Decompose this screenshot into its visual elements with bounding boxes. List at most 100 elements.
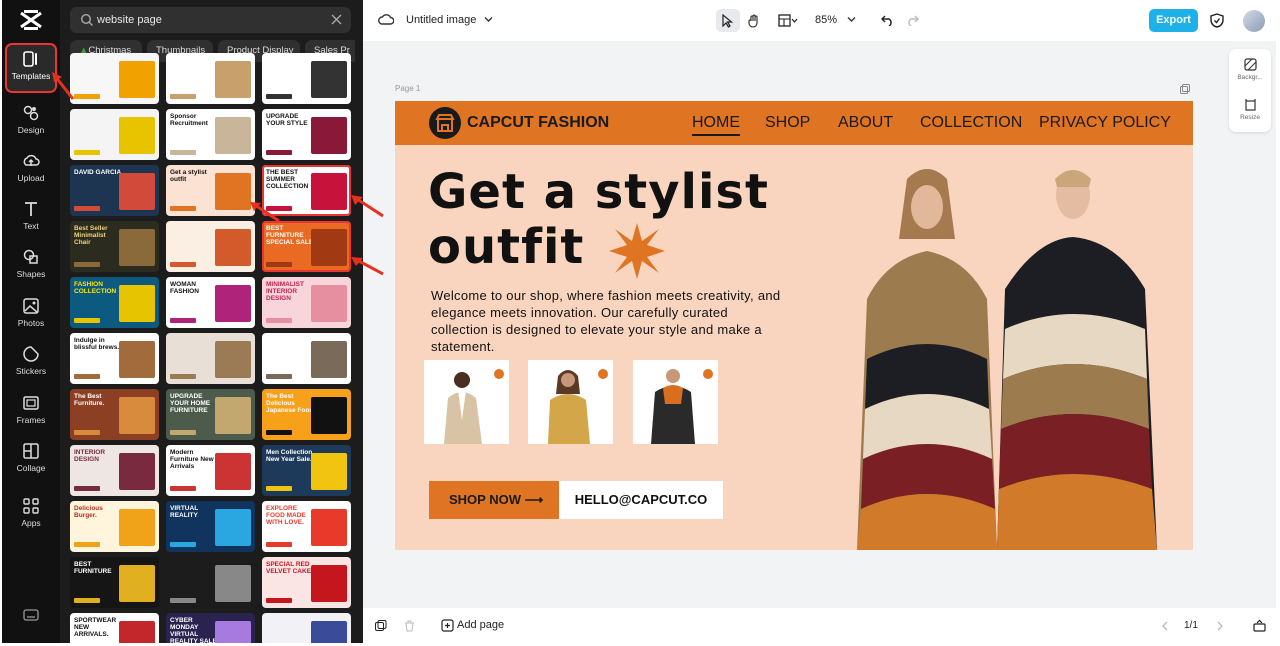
- duplicate-page-icon[interactable]: [1180, 84, 1190, 94]
- chevron-left-icon[interactable]: [1161, 621, 1169, 631]
- hand-tool-button[interactable]: [742, 9, 766, 32]
- search-bar[interactable]: website page: [70, 7, 351, 33]
- cloud-sync-icon[interactable]: [378, 12, 394, 26]
- sidebar-item-collage[interactable]: Collage: [6, 436, 56, 484]
- template-thumbnail[interactable]: UPGRADE YOUR STYLE: [262, 109, 351, 160]
- thumbnail-image: [311, 621, 347, 643]
- add-dot[interactable]: [703, 369, 713, 379]
- add-page-button[interactable]: Add page: [457, 619, 504, 631]
- template-thumbnail[interactable]: BEST FURNITURE SPECIAL SALE: [262, 221, 351, 272]
- thumbnail-title: Delicious Burger.: [74, 505, 103, 519]
- capcut-logo-icon[interactable]: [19, 9, 43, 31]
- resize-tool[interactable]: Resize: [1229, 98, 1271, 121]
- template-thumbnail[interactable]: BEST FURNITURE: [70, 557, 159, 608]
- template-thumbnail[interactable]: [166, 557, 255, 608]
- zoom-level[interactable]: 85%: [815, 14, 837, 26]
- sidebar-item-shapes[interactable]: Shapes: [6, 242, 56, 290]
- thumbnail-image: [119, 453, 155, 490]
- thumbnail-image: [215, 565, 251, 602]
- template-thumbnail[interactable]: [70, 53, 159, 104]
- layers-icon[interactable]: [375, 620, 387, 632]
- sidebar-item-text[interactable]: Text: [6, 194, 56, 242]
- template-thumbnail[interactable]: Delicious Burger.: [70, 501, 159, 552]
- thumbnail-title: Men Collection New Year Sale.: [266, 449, 313, 463]
- add-dot[interactable]: [494, 369, 504, 379]
- background-tool[interactable]: Backgr...: [1229, 58, 1271, 81]
- export-button[interactable]: Export: [1149, 9, 1198, 32]
- thumbnail-button: [170, 94, 196, 99]
- add-dot[interactable]: [598, 369, 608, 379]
- thumbnail-image: [311, 285, 347, 322]
- add-page-icon[interactable]: [441, 619, 454, 632]
- template-thumbnail[interactable]: [166, 53, 255, 104]
- chevron-down-icon[interactable]: [484, 16, 493, 23]
- site-navbar: CAPCUT FASHION HOME SHOP ABOUT COLLECTIO…: [395, 101, 1193, 145]
- layout-tool-button[interactable]: [773, 9, 803, 32]
- nav-about[interactable]: ABOUT: [838, 114, 893, 132]
- shield-icon[interactable]: [1210, 13, 1224, 28]
- email-box[interactable]: HELLO@CAPCUT.CO: [559, 481, 723, 519]
- template-thumbnail[interactable]: SPECIAL RED VELVET CAKE: [262, 557, 351, 608]
- template-thumbnail[interactable]: UPGRADE YOUR HOME FURNITURE: [166, 389, 255, 440]
- template-thumbnail[interactable]: VIRTUAL REALITY: [166, 501, 255, 552]
- template-thumbnail[interactable]: [262, 333, 351, 384]
- keyboard-icon[interactable]: [23, 608, 39, 622]
- sidebar-item-design[interactable]: Design: [6, 98, 56, 146]
- template-thumbnail[interactable]: CYBER MONDAY VIRTUAL REALITY SALE: [166, 613, 255, 643]
- document-title[interactable]: Untitled image: [406, 14, 476, 26]
- thumbnail-title: The Best Delicious Japanese Food: [266, 393, 314, 414]
- chevron-down-icon[interactable]: [847, 16, 856, 23]
- expand-pages-icon[interactable]: [1253, 619, 1266, 632]
- template-thumbnail[interactable]: Indulge in blissful brews.: [70, 333, 159, 384]
- annotation-arrow: [250, 202, 280, 223]
- template-thumbnail[interactable]: INTERIOR DESIGN: [70, 445, 159, 496]
- template-thumbnail[interactable]: Men Collection New Year Sale.: [262, 445, 351, 496]
- template-thumbnail[interactable]: Modern Furniture New Arrivals: [166, 445, 255, 496]
- redo-icon[interactable]: [906, 14, 919, 26]
- template-thumbnail[interactable]: [262, 53, 351, 104]
- template-thumbnail[interactable]: MINIMALIST INTERIOR DESIGN: [262, 277, 351, 328]
- thumbnail-image: [119, 341, 155, 378]
- thumbnail-button: [170, 150, 196, 155]
- sidebar-item-upload[interactable]: Upload: [6, 146, 56, 194]
- template-thumbnail[interactable]: The Best Furniture.: [70, 389, 159, 440]
- template-thumbnail[interactable]: Get a stylist outfit: [166, 165, 255, 216]
- undo-icon[interactable]: [881, 14, 894, 26]
- template-thumbnail[interactable]: Best Seller Minimalist Chair: [70, 221, 159, 272]
- nav-shop[interactable]: SHOP: [765, 114, 810, 132]
- product-card-1[interactable]: [424, 360, 509, 444]
- template-thumbnail[interactable]: Sponsor Recruitment: [166, 109, 255, 160]
- template-thumbnail[interactable]: WOMAN FASHION: [166, 277, 255, 328]
- nav-home[interactable]: HOME: [692, 114, 740, 136]
- sidebar-item-stickers[interactable]: Stickers: [6, 339, 56, 387]
- shop-now-button[interactable]: SHOP NOW ⟶: [429, 481, 559, 519]
- nav-collection[interactable]: COLLECTION: [920, 114, 1022, 132]
- avatar[interactable]: [1243, 10, 1265, 32]
- sidebar-item-apps[interactable]: Apps: [6, 491, 56, 539]
- template-thumbnail[interactable]: [70, 109, 159, 160]
- thumbnail-title: SPECIAL RED VELVET CAKE: [266, 561, 312, 575]
- chevron-right-icon[interactable]: [1216, 621, 1224, 631]
- template-thumbnail[interactable]: [166, 221, 255, 272]
- sidebar-item-templates[interactable]: Templates: [5, 43, 57, 93]
- template-thumbnail[interactable]: EXPLORE FOOD MADE WITH LOVE.: [262, 501, 351, 552]
- thumbnail-button: [74, 94, 100, 99]
- template-thumbnail[interactable]: DAVID GARCIA: [70, 165, 159, 216]
- nav-privacy-policy[interactable]: PRIVACY POLICY: [1039, 114, 1171, 132]
- product-card-2[interactable]: [528, 360, 613, 444]
- sidebar-item-frames[interactable]: Frames: [6, 388, 56, 436]
- template-thumbnail[interactable]: [262, 613, 351, 643]
- sidebar-item-photos[interactable]: Photos: [6, 291, 56, 339]
- template-thumbnail[interactable]: SPORTWEAR NEW ARRIVALS.: [70, 613, 159, 643]
- design-canvas[interactable]: CAPCUT FASHION HOME SHOP ABOUT COLLECTIO…: [395, 101, 1193, 550]
- select-tool-button[interactable]: [716, 9, 740, 32]
- template-thumbnail[interactable]: FASHION COLLECTION: [70, 277, 159, 328]
- template-thumbnail[interactable]: The Best Delicious Japanese Food: [262, 389, 351, 440]
- headline-line-1: Get a stylist: [428, 164, 769, 220]
- clear-search-icon[interactable]: [331, 14, 342, 25]
- trash-icon[interactable]: [404, 620, 415, 632]
- search-input[interactable]: website page: [97, 14, 162, 26]
- product-card-3[interactable]: [633, 360, 718, 444]
- thumbnail-button: [266, 430, 292, 435]
- template-thumbnail[interactable]: [166, 333, 255, 384]
